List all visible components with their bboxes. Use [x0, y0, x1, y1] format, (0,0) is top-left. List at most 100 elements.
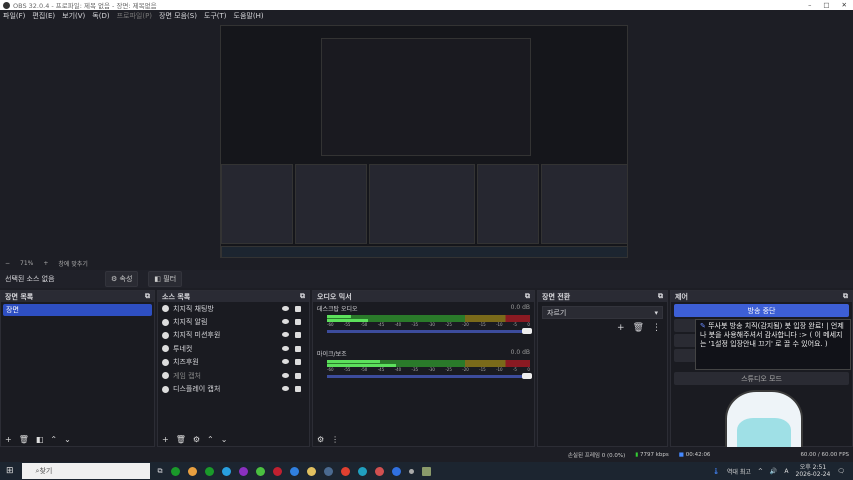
undock-icon[interactable]: ⧉: [300, 292, 305, 301]
meter-tick: 0: [527, 367, 530, 372]
source-item[interactable]: 디스플레이 캡처: [158, 382, 309, 395]
close-button[interactable]: ✕: [842, 1, 847, 9]
slider-handle[interactable]: [522, 373, 532, 379]
transition-menu-button[interactable]: ⋮: [652, 323, 661, 333]
lock-icon[interactable]: [295, 372, 301, 379]
steam-icon[interactable]: [323, 466, 333, 476]
stop-streaming-button[interactable]: 방송 중단: [674, 304, 849, 317]
lock-icon[interactable]: [295, 319, 301, 326]
visibility-eye-icon[interactable]: [282, 332, 289, 338]
slider-handle[interactable]: [522, 328, 532, 334]
move-up-button[interactable]: ⌃: [207, 435, 214, 444]
volume-slider[interactable]: [327, 328, 532, 334]
remove-transition-button[interactable]: 🗑: [633, 323, 644, 333]
lock-icon[interactable]: [295, 345, 301, 352]
menu-file[interactable]: 파일(F): [3, 11, 25, 21]
scene-item[interactable]: 장면: [3, 304, 152, 316]
zoom-in-button[interactable]: +: [43, 260, 48, 267]
volume-slider[interactable]: [327, 373, 532, 379]
source-item[interactable]: 치즈후원: [158, 356, 309, 369]
filter-icon[interactable]: ◧: [36, 435, 44, 444]
controls-title: 제어: [675, 292, 688, 301]
onenote-icon[interactable]: [238, 466, 248, 476]
app-icon[interactable]: [170, 466, 180, 476]
zoom-out-button[interactable]: −: [5, 260, 10, 267]
undock-icon[interactable]: ⧉: [843, 292, 848, 301]
add-scene-button[interactable]: +: [5, 435, 12, 444]
zoom-fit-select[interactable]: 창에 맞추기: [58, 259, 88, 268]
app-icon[interactable]: [187, 466, 197, 476]
lock-icon[interactable]: [295, 305, 301, 312]
app-icon[interactable]: [289, 466, 299, 476]
app-icon[interactable]: [408, 468, 414, 474]
notification-icon[interactable]: 🗨: [837, 468, 845, 475]
add-transition-button[interactable]: +: [617, 323, 625, 333]
remove-scene-button[interactable]: 🗑: [19, 435, 29, 444]
source-item[interactable]: 치지직 알림: [158, 315, 309, 328]
menu-edit[interactable]: 편집(E): [32, 11, 55, 21]
app-icon[interactable]: [255, 466, 265, 476]
minimize-button[interactable]: –: [808, 1, 811, 9]
source-item[interactable]: 투네컷: [158, 342, 309, 355]
menu-help[interactable]: 도움말(H): [234, 11, 264, 21]
weather-text[interactable]: 역대 최고: [727, 467, 751, 476]
obs-icon[interactable]: [272, 466, 282, 476]
properties-button[interactable]: ⚙ 속성: [105, 271, 139, 287]
filters-button[interactable]: ◧ 필터: [148, 271, 183, 287]
menu-docks[interactable]: 독(D): [92, 11, 109, 21]
menu-profile[interactable]: 프로파일(P): [117, 11, 152, 21]
source-item[interactable]: 치지직 미션후원: [158, 329, 309, 342]
lock-icon[interactable]: [295, 359, 301, 366]
meter-tick: -45: [377, 367, 385, 372]
lock-icon[interactable]: [295, 332, 301, 339]
ime-indicator[interactable]: A: [784, 468, 788, 475]
mixer-menu-button[interactable]: ⋮: [331, 435, 339, 444]
windows-start-icon[interactable]: ⊞: [6, 466, 14, 476]
app-icon[interactable]: [204, 466, 214, 476]
studio-mode-button[interactable]: 스튜디오 모드: [674, 372, 849, 385]
menu-tools[interactable]: 도구(T): [204, 11, 227, 21]
source-item[interactable]: 치지직 채팅방: [158, 302, 309, 315]
audio-channel: 마이크/보조 0.0 dB -60 -55 -50 -45 -40 -35 -30 -25 -20…: [313, 347, 534, 392]
source-properties-button[interactable]: ⚙: [193, 435, 200, 444]
move-down-button[interactable]: ⌄: [64, 435, 71, 444]
stream-time: ■ 00:42:06: [678, 451, 711, 458]
source-item[interactable]: 게임 캡처: [158, 369, 309, 382]
undock-icon[interactable]: ⧉: [145, 292, 150, 301]
transition-select[interactable]: 자르기 ▾: [542, 306, 663, 319]
source-name: 치지직 알림: [173, 318, 208, 327]
visibility-eye-icon[interactable]: [282, 372, 289, 378]
file-explorer-icon[interactable]: [306, 466, 316, 476]
volume-icon[interactable]: 🔊: [770, 468, 777, 475]
move-down-button[interactable]: ⌄: [221, 435, 228, 444]
preview-canvas[interactable]: [220, 25, 628, 258]
weather-icon[interactable]: 🌡: [712, 468, 720, 475]
move-up-button[interactable]: ⌃: [50, 435, 57, 444]
visibility-eye-icon[interactable]: [282, 345, 289, 351]
app-icon[interactable]: [421, 466, 431, 476]
app-icon[interactable]: [221, 466, 231, 476]
tray-chevron-icon[interactable]: ^: [758, 468, 763, 475]
meter-tick: -55: [343, 322, 351, 327]
visibility-eye-icon[interactable]: [282, 359, 289, 365]
visibility-eye-icon[interactable]: [282, 319, 289, 325]
task-view-icon[interactable]: ⧉: [158, 467, 163, 476]
remove-source-button[interactable]: 🗑: [176, 435, 186, 444]
taskbar-search[interactable]: ⌕ 찾기: [21, 463, 150, 479]
add-source-button[interactable]: +: [162, 435, 169, 444]
visibility-eye-icon[interactable]: [282, 386, 289, 392]
undock-icon[interactable]: ⧉: [525, 292, 530, 301]
maximize-button[interactable]: □: [823, 1, 829, 9]
chrome-icon[interactable]: [340, 466, 350, 476]
clock[interactable]: 오후 2:51 2026-02-24: [796, 464, 831, 478]
visibility-eye-icon[interactable]: [282, 305, 289, 311]
mixer-settings-button[interactable]: ⚙: [317, 435, 324, 444]
lock-icon[interactable]: [295, 386, 301, 393]
meter-tick: -5: [512, 322, 517, 327]
edge-icon[interactable]: [357, 466, 367, 476]
menu-view[interactable]: 보기(V): [62, 11, 85, 21]
menu-scene-collection[interactable]: 장면 모음(S): [159, 11, 197, 21]
app-icon[interactable]: [391, 466, 401, 476]
undock-icon[interactable]: ⧉: [658, 292, 663, 301]
chrome-icon[interactable]: [374, 466, 384, 476]
